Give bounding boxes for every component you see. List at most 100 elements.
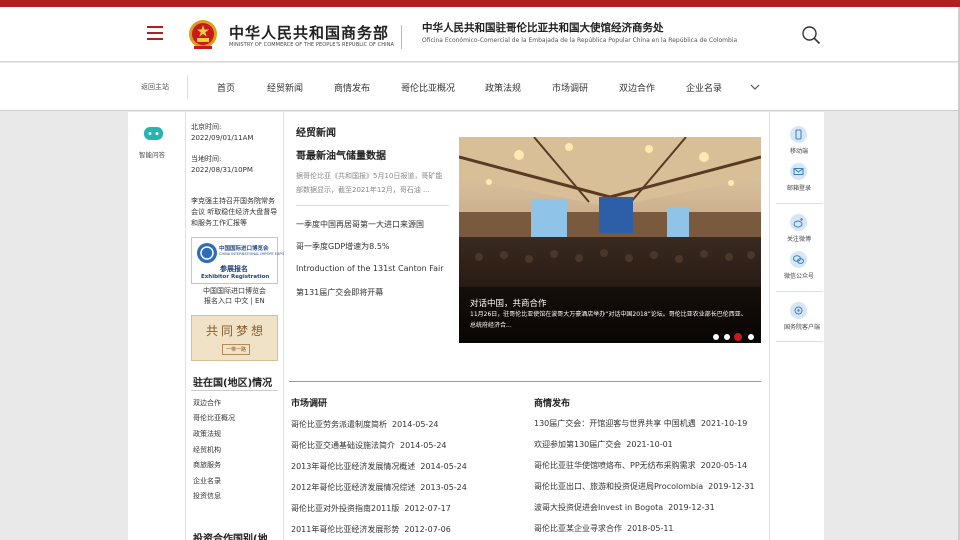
wechat-icon[interactable] bbox=[790, 251, 807, 268]
region-link-policy[interactable]: 政策法规 bbox=[193, 429, 221, 439]
region-link-investment[interactable]: 投资信息 bbox=[193, 491, 221, 501]
local-time: 2022/08/31/10PM bbox=[191, 166, 253, 174]
item-date: 2014-05-24 bbox=[392, 420, 439, 429]
menu-icon[interactable] bbox=[147, 26, 163, 40]
expo-name-en: CHINA INTERNATIONAL IMPORT EXPO bbox=[219, 252, 285, 256]
item-title: 哥伦比亚劳务派遣制度简析 bbox=[291, 420, 387, 429]
nav-item-bilateral[interactable]: 双边合作 bbox=[619, 81, 655, 94]
market-item[interactable]: 哥伦比亚劳务派遣制度简析 2014-05-24 bbox=[291, 419, 439, 430]
expo-registration-en: Exhibitor Registration bbox=[201, 274, 270, 280]
state-council-app-icon[interactable] bbox=[790, 302, 807, 319]
local-time-label: 当地时间: bbox=[191, 155, 222, 163]
weibo-icon[interactable] bbox=[790, 214, 807, 231]
mail-icon[interactable] bbox=[790, 163, 807, 180]
item-date: 2019-12-31 bbox=[668, 503, 715, 512]
news-link[interactable]: 哥一季度GDP增速为8.5% bbox=[296, 241, 390, 252]
market-item[interactable]: 2012年哥伦比亚经济发展情况综述 2013-05-24 bbox=[291, 482, 467, 493]
section-divider bbox=[289, 381, 761, 382]
expo-banner[interactable]: 中国国际进口博览会 CHINA INTERNATIONAL IMPORT EXP… bbox=[191, 237, 284, 284]
item-title: 哥伦比亚驻华使馆喷烙布、PP无纺布采购需求 bbox=[534, 461, 696, 470]
business-item[interactable]: 波哥大投资促进会Invest in Bogota 2019-12-31 bbox=[534, 502, 715, 513]
common-dream-banner[interactable]: 共同梦想 一带一路 bbox=[191, 315, 278, 361]
business-item[interactable]: 130届广交会：开馆迎客与世界共享 中国机遇 2021-10-19 bbox=[534, 418, 747, 429]
column-divider bbox=[283, 112, 284, 540]
expo-caption-line1[interactable]: 中国国际进口博览会 bbox=[203, 286, 266, 296]
carousel-dot[interactable] bbox=[724, 334, 730, 340]
expo-registration: 参展报名 bbox=[220, 265, 248, 273]
region-link-institutions[interactable]: 经贸机构 bbox=[193, 445, 221, 455]
item-date: 2021-10-19 bbox=[700, 419, 748, 428]
item-title: 哥伦比亚某企业寻求合作 bbox=[534, 524, 622, 533]
region-link-directory[interactable]: 企业名录 bbox=[193, 476, 221, 486]
region-divider bbox=[191, 390, 278, 391]
news-link[interactable]: 第131届广交会即将开幕 bbox=[296, 287, 383, 298]
carousel-dot[interactable] bbox=[713, 334, 719, 340]
item-title: 2012年哥伦比亚经济发展情况综述 bbox=[291, 483, 416, 492]
chat-bubble-icon[interactable] bbox=[144, 127, 163, 140]
back-to-main-link[interactable]: 返回主站 bbox=[141, 82, 169, 92]
main-nav: 返回主站 首页 经贸新闻 商情发布 哥伦比亚概况 政策法规 市场调研 双边合作 … bbox=[0, 63, 958, 111]
region-link-overview[interactable]: 哥伦比亚概况 bbox=[193, 413, 235, 423]
dream-title: 共同梦想 bbox=[206, 324, 267, 338]
market-item[interactable]: 2011年哥伦比亚经济发展形势 2012-07-06 bbox=[291, 524, 451, 535]
notice-link-line2[interactable]: 会议 听取稳住经济大盘督导 bbox=[191, 207, 277, 217]
nav-item-home[interactable]: 首页 bbox=[217, 81, 235, 94]
ministry-name[interactable]: 中华人民共和国商务部 bbox=[229, 22, 389, 43]
notice-link-line1[interactable]: 李克强主持召开国务院常务 bbox=[191, 196, 275, 206]
headline-summary[interactable]: 据哥伦比亚《共和国报》5月10日报道，哥矿能部数据显示，截至2021年12月，哥… bbox=[296, 169, 449, 197]
right-divider bbox=[776, 203, 823, 204]
market-item[interactable]: 2013年哥伦比亚经济发展情况概述 2014-05-24 bbox=[291, 461, 467, 472]
business-item[interactable]: 哥伦比亚某企业寻求合作 2018-05-11 bbox=[534, 523, 674, 534]
nav-item-business-info[interactable]: 商情发布 bbox=[334, 81, 370, 94]
headline-link[interactable]: 哥最新油气储量数据 bbox=[296, 147, 386, 162]
weibo-label[interactable]: 关注微博 bbox=[787, 234, 811, 243]
mobile-label[interactable]: 移动端 bbox=[790, 146, 808, 155]
business-info-title: 商情发布 bbox=[534, 399, 571, 409]
beijing-time: 2022/09/01/11AM bbox=[191, 134, 254, 142]
item-title: 波哥大投资促进会Invest in Bogota bbox=[534, 503, 664, 512]
column-divider bbox=[769, 112, 770, 540]
item-title: 哥伦比亚对外投资指南2011版 bbox=[291, 504, 400, 513]
carousel-dot[interactable] bbox=[748, 334, 754, 340]
item-date: 2012-07-06 bbox=[404, 525, 451, 534]
item-date: 2013-05-24 bbox=[420, 483, 467, 492]
slide-caption-title[interactable]: 对话中国，共商合作 bbox=[470, 297, 547, 309]
state-council-label[interactable]: 国务院客户端 bbox=[784, 322, 820, 331]
carousel-dot-active[interactable] bbox=[734, 333, 742, 341]
chevron-down-icon[interactable] bbox=[750, 82, 760, 92]
nav-item-market-research[interactable]: 市场调研 bbox=[552, 81, 588, 94]
market-research-title: 市场调研 bbox=[291, 399, 328, 409]
business-item[interactable]: 哥伦比亚出口、旅游和投资促进局Procolombia 2019-12-31 bbox=[534, 481, 755, 492]
market-item[interactable]: 哥伦比亚交通基础设施法简介 2014-05-24 bbox=[291, 440, 447, 451]
item-date: 2019-12-31 bbox=[708, 482, 755, 491]
wechat-label[interactable]: 微信公众号 bbox=[784, 271, 814, 280]
nav-item-directory[interactable]: 企业名录 bbox=[686, 81, 722, 94]
mobile-icon[interactable] bbox=[790, 126, 807, 143]
nav-item-trade-news[interactable]: 经贸新闻 bbox=[267, 81, 303, 94]
business-item[interactable]: 哥伦比亚驻华使馆喷烙布、PP无纺布采购需求 2020-05-14 bbox=[534, 460, 747, 471]
mail-login-label[interactable]: 邮箱登录 bbox=[787, 183, 811, 192]
notice-link-line3[interactable]: 和服务工作汇报等 bbox=[191, 218, 247, 228]
item-date: 2014-05-24 bbox=[420, 462, 467, 471]
expo-caption-line2[interactable]: 报名入口 中文 | EN bbox=[204, 296, 265, 306]
news-link[interactable]: 一季度中国再居哥第一大进口来源国 bbox=[296, 219, 424, 230]
nav-item-colombia-overview[interactable]: 哥伦比亚概况 bbox=[401, 81, 455, 94]
market-item[interactable]: 哥伦比亚对外投资指南2011版 2012-07-17 bbox=[291, 503, 451, 514]
item-date: 2014-05-24 bbox=[400, 441, 447, 450]
smart-qa-label[interactable]: 智能问答 bbox=[139, 149, 165, 159]
item-title: 哥伦比亚出口、旅游和投资促进局Procolombia bbox=[534, 482, 704, 491]
right-divider bbox=[776, 341, 823, 342]
office-title: 中华人民共和国驻哥伦比亚共和国大使馆经济商务处 bbox=[422, 22, 664, 34]
search-icon[interactable] bbox=[801, 25, 821, 45]
right-divider bbox=[776, 291, 823, 292]
beijing-time-label: 北京时间: bbox=[191, 123, 222, 131]
item-date: 2021-10-01 bbox=[626, 440, 673, 449]
region-link-travel[interactable]: 商旅服务 bbox=[193, 460, 221, 470]
nav-item-policy[interactable]: 政策法规 bbox=[485, 81, 521, 94]
national-emblem-icon[interactable] bbox=[188, 19, 218, 51]
ministry-name-en: MINISTRY OF COMMERCE OF THE PEOPLE'S REP… bbox=[229, 42, 395, 48]
news-link[interactable]: Introduction of the 131st Canton Fair bbox=[296, 264, 444, 273]
region-link-bilateral[interactable]: 双边合作 bbox=[193, 398, 221, 408]
business-item[interactable]: 欢迎参加第130届广交会 2021-10-01 bbox=[534, 439, 673, 450]
nav-divider bbox=[187, 75, 188, 99]
